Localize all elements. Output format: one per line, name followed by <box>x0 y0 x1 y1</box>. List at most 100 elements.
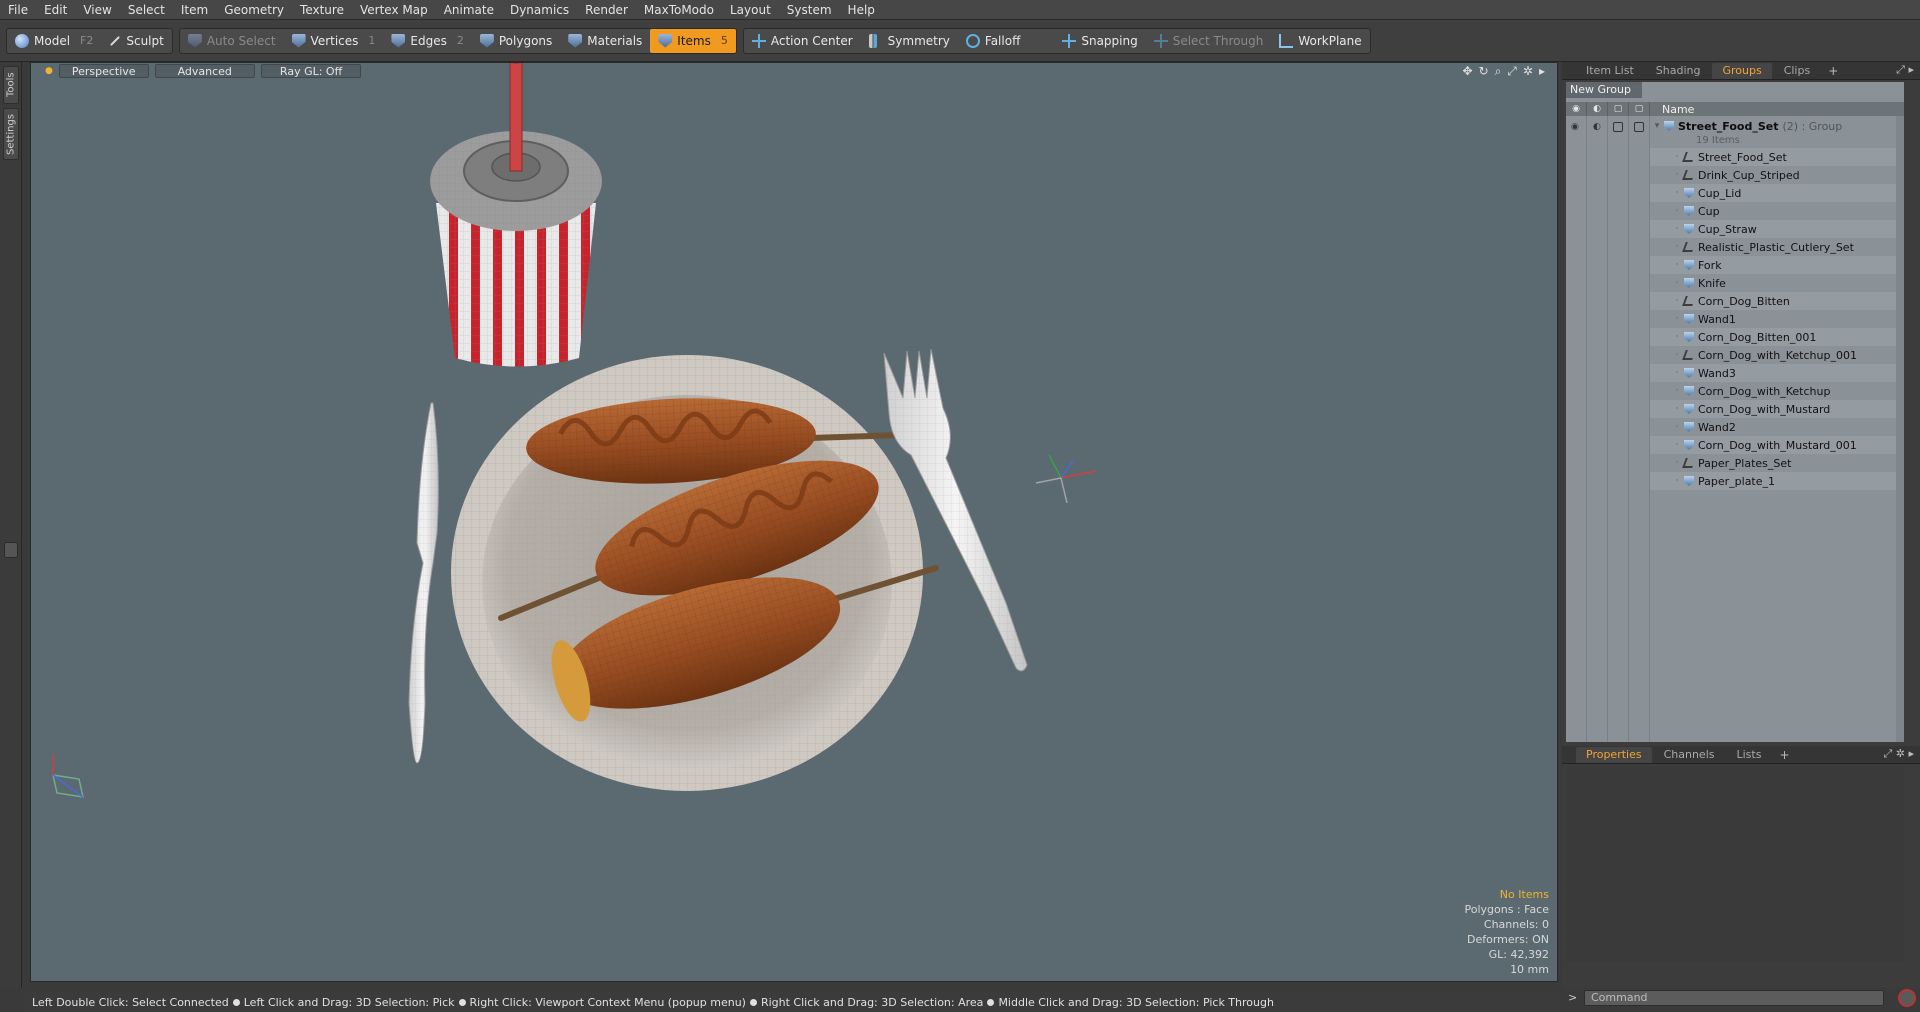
groups-scrollbar[interactable] <box>1896 116 1904 742</box>
menu-maxtomodo[interactable]: MaxToModo <box>636 0 722 20</box>
menu-item[interactable]: Item <box>173 0 216 20</box>
group-item-label: Paper_Plates_Set <box>1698 456 1792 470</box>
tab-groups[interactable]: Groups <box>1712 63 1772 79</box>
tab-properties[interactable]: Properties <box>1576 747 1652 763</box>
new-group-button[interactable]: New Group <box>1566 82 1642 98</box>
tab-shading[interactable]: Shading <box>1646 63 1711 79</box>
sculpt-mode-button[interactable]: Sculpt <box>101 29 171 53</box>
group-list-item[interactable]: · Drink_Cup_Striped <box>1650 166 1904 184</box>
lock-col-icon[interactable]: ▢ <box>1608 102 1629 116</box>
materials-button[interactable]: Materials <box>560 29 650 53</box>
bullet-icon <box>987 998 995 1006</box>
chevron-right-icon[interactable]: ▸ <box>1539 64 1545 79</box>
panel-expand-icon[interactable]: ⤢ ▸ <box>1896 63 1914 77</box>
edges-button[interactable]: Edges 2 <box>383 29 471 53</box>
group-list-item[interactable]: · Cup_Straw <box>1650 220 1904 238</box>
zoom-icon[interactable]: ⌕ <box>1495 64 1502 79</box>
render-col-icon[interactable]: ◐ <box>1587 102 1608 116</box>
group-list-item[interactable]: · Cup <box>1650 202 1904 220</box>
mesh-icon <box>1684 224 1694 234</box>
tab-tools[interactable]: Tools <box>3 66 19 104</box>
maximize-icon[interactable]: ⤢ <box>1507 64 1517 79</box>
tab-settings[interactable]: Settings <box>3 108 19 160</box>
status-hint-5: Middle Click and Drag: 3D Selection: Pic… <box>998 995 1274 1009</box>
group-list-item[interactable]: · Realistic_Plastic_Cutlery_Set <box>1650 238 1904 256</box>
root-visibility-icon[interactable]: ◉ <box>1571 122 1579 132</box>
menu-geometry[interactable]: Geometry <box>216 0 292 20</box>
auto-select-button[interactable]: Auto Select <box>180 29 284 53</box>
group-list-item[interactable]: · Paper_Plates_Set <box>1650 454 1904 472</box>
group-list-item[interactable]: · Wand2 <box>1650 418 1904 436</box>
add-tab-icon[interactable]: + <box>1822 63 1844 79</box>
menu-system[interactable]: System <box>779 0 840 20</box>
menu-file[interactable]: File <box>0 0 36 20</box>
name-column-header[interactable]: Name <box>1650 103 1694 116</box>
symmetry-button[interactable]: Symmetry <box>861 29 958 53</box>
tab-item-list[interactable]: Item List <box>1576 63 1644 79</box>
group-list-item[interactable]: · Wand1 <box>1650 310 1904 328</box>
falloff-button[interactable]: Falloff <box>958 29 1054 53</box>
menu-layout[interactable]: Layout <box>722 0 779 20</box>
group-list-item[interactable]: · Paper_plate_1 <box>1650 472 1904 490</box>
menu-edit[interactable]: Edit <box>36 0 75 20</box>
select-through-button[interactable]: Select Through <box>1146 29 1272 53</box>
polygons-button[interactable]: Polygons <box>472 29 560 53</box>
visibility-col-icon[interactable]: ◉ <box>1566 102 1587 116</box>
menu-render[interactable]: Render <box>577 0 636 20</box>
tab-clips[interactable]: Clips <box>1774 63 1821 79</box>
stop-record-icon[interactable] <box>1898 989 1916 1007</box>
tab-lists[interactable]: Lists <box>1727 747 1772 763</box>
group-list-item[interactable]: · Knife <box>1650 274 1904 292</box>
groups-panel: New Group ◉ ◐ ▢ ▢ Name ◉ ◐ ▾ Street_Food… <box>1566 82 1904 742</box>
root-select-icon[interactable] <box>1634 122 1644 132</box>
group-root[interactable]: ▾ Street_Food_Set (2) : Group <box>1650 118 1904 134</box>
pan-icon[interactable]: ✥ <box>1462 64 1472 79</box>
perspective-button[interactable]: Perspective <box>58 64 149 78</box>
menu-animate[interactable]: Animate <box>436 0 502 20</box>
add-bottom-tab-icon[interactable]: + <box>1773 747 1795 763</box>
command-row: > Command <box>1562 986 1920 1008</box>
left-tool-tabs: Tools Settings <box>0 62 22 988</box>
items-button[interactable]: Items 5 <box>650 28 736 53</box>
menu-vertex-map[interactable]: Vertex Map <box>352 0 436 20</box>
advanced-button[interactable]: Advanced <box>154 64 255 78</box>
workplane-button[interactable]: WorkPlane <box>1271 29 1369 53</box>
root-lock-icon[interactable] <box>1613 122 1623 132</box>
menu-select[interactable]: Select <box>120 0 173 20</box>
tab-channels[interactable]: Channels <box>1654 747 1725 763</box>
model-mode-button[interactable]: Model F2 <box>7 29 101 53</box>
group-list-item[interactable]: · Cup_Lid <box>1650 184 1904 202</box>
right-panel: Item List Shading Groups Clips + ⤢ ▸ New… <box>1562 62 1920 1007</box>
group-list-item[interactable]: · Corn_Dog_with_Mustard <box>1650 400 1904 418</box>
command-input[interactable]: Command <box>1584 990 1884 1006</box>
mesh-icon <box>1684 206 1694 216</box>
rotate-icon[interactable]: ↻ <box>1479 64 1489 79</box>
bottom-panel-icons[interactable]: ⤢ ✲ ▸ <box>1883 747 1914 761</box>
collapse-icon[interactable]: ▾ <box>1650 121 1664 131</box>
menu-help[interactable]: Help <box>840 0 883 20</box>
group-list-item[interactable]: · Wand3 <box>1650 364 1904 382</box>
panel-toggle[interactable] <box>4 542 18 558</box>
command-arrow-icon[interactable]: > <box>1568 991 1577 1004</box>
snapping-button[interactable]: Snapping <box>1054 29 1145 53</box>
group-list-item[interactable]: · Corn_Dog_with_Ketchup_001 <box>1650 346 1904 364</box>
raygl-button[interactable]: Ray GL: Off <box>260 64 362 78</box>
group-list-item[interactable]: · Fork <box>1650 256 1904 274</box>
group-list-item[interactable]: · Corn_Dog_with_Ketchup <box>1650 382 1904 400</box>
group-list-item[interactable]: · Corn_Dog_with_Mustard_001 <box>1650 436 1904 454</box>
menu-dynamics[interactable]: Dynamics <box>502 0 577 20</box>
select-col-icon[interactable]: ▢ <box>1629 102 1650 116</box>
group-list-item[interactable]: · Corn_Dog_Bitten_001 <box>1650 328 1904 346</box>
root-render-icon[interactable]: ◐ <box>1593 122 1601 132</box>
group-list-item[interactable]: · Street_Food_Set <box>1650 148 1904 166</box>
brush-icon <box>110 35 121 46</box>
gear-icon[interactable]: ✲ <box>1523 64 1533 79</box>
menu-view[interactable]: View <box>75 0 119 20</box>
mesh-icon <box>1684 422 1694 432</box>
viewport-nav-icons: ✥ ↻ ⌕ ⤢ ✲ ▸ <box>1462 64 1545 79</box>
vertices-button[interactable]: Vertices 1 <box>284 29 384 53</box>
group-list-item[interactable]: · Corn_Dog_Bitten <box>1650 292 1904 310</box>
viewport-3d[interactable]: ● Perspective Advanced Ray GL: Off ✥ ↻ ⌕… <box>30 62 1558 982</box>
menu-texture[interactable]: Texture <box>292 0 352 20</box>
action-center-button[interactable]: Action Center <box>744 29 861 53</box>
